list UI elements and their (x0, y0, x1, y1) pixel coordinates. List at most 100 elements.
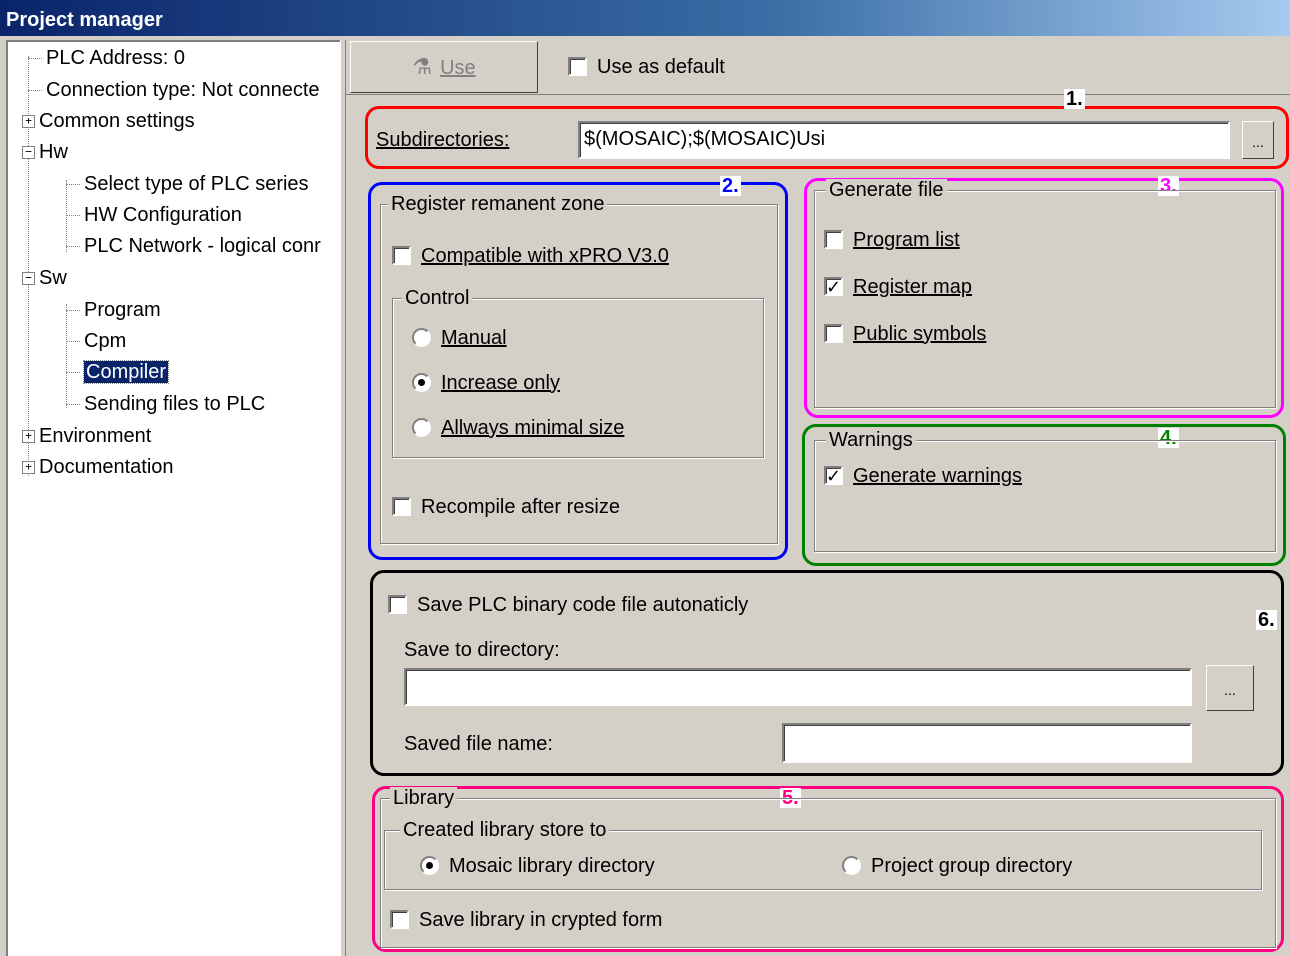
subdirectories-browse-button[interactable]: ... (1242, 121, 1274, 159)
tree-label: PLC Network - logical conr (84, 235, 321, 257)
save-binary-label: Save PLC binary code file autonaticly (417, 593, 749, 616)
tree-item-select-plc-series[interactable]: Select type of PLC series (66, 170, 309, 198)
checkbox-box[interactable] (392, 246, 411, 266)
annotation-number-1: 1. (1064, 88, 1085, 110)
radio-dot[interactable] (420, 856, 439, 876)
tree-item-hw[interactable]: − Hw (22, 138, 68, 166)
project-tree[interactable]: PLC Address: 0 Connection type: Not conn… (6, 40, 340, 956)
recompile-checkbox[interactable]: Recompile after resize (392, 494, 620, 519)
checkbox-box[interactable] (388, 595, 407, 615)
control-manual-label: Manual (441, 326, 507, 349)
tree-label: Connection type: Not connecte (46, 79, 320, 101)
use-as-default-label: Use as default (597, 55, 725, 78)
checkbox-box[interactable] (568, 57, 587, 77)
public-symbols-label: Public symbols (853, 322, 987, 345)
checkbox-box[interactable] (392, 497, 411, 517)
tree-item-environment[interactable]: + Environment (22, 422, 151, 450)
tree-connector (28, 90, 42, 92)
tree-item-documentation[interactable]: + Documentation (22, 453, 174, 481)
tree-connector (66, 215, 80, 217)
register-map-checkbox[interactable]: ✓ Register map (824, 274, 972, 299)
project-group-radio[interactable]: Project group directory (842, 853, 1072, 878)
program-list-label: Program list (853, 228, 960, 251)
save-directory-input[interactable] (404, 668, 1192, 706)
control-allways-minimal-radio[interactable]: Allways minimal size (412, 415, 624, 440)
tree-label: Select type of PLC series (84, 173, 309, 195)
expand-icon[interactable]: + (22, 115, 35, 129)
use-button-label: Use (440, 57, 476, 79)
library-store-title: Created library store to (400, 819, 610, 841)
save-directory-browse-button[interactable]: ... (1206, 665, 1254, 711)
crypted-library-checkbox[interactable]: Save library in crypted form (390, 907, 662, 932)
subdirectories-text: Subdirectories: (376, 129, 510, 151)
tree-label: Compiler (82, 360, 170, 384)
tree-label: Cpm (84, 330, 127, 352)
checkmark-icon[interactable]: ✓ (824, 277, 843, 297)
mosaic-library-radio[interactable]: Mosaic library directory (420, 853, 655, 878)
checkbox-box[interactable] (824, 230, 843, 250)
library-title: Library (390, 787, 458, 809)
tree-label: Common settings (39, 110, 195, 132)
save-binary-checkbox[interactable]: Save PLC binary code file autonaticly (388, 592, 748, 617)
control-increase-only-radio[interactable]: Increase only (412, 370, 560, 395)
collapse-icon[interactable]: − (22, 146, 35, 160)
tree-connector (66, 404, 80, 406)
use-as-default-checkbox[interactable]: Use as default (568, 54, 725, 79)
tree-connector (66, 310, 80, 312)
compatible-xpro-checkbox[interactable]: Compatible with xPRO V3.0 (392, 243, 669, 268)
expand-icon[interactable]: + (22, 461, 35, 475)
tree-connector (66, 341, 80, 343)
use-button[interactable]: ⚗ Use (350, 41, 538, 93)
public-symbols-checkbox[interactable]: Public symbols (824, 321, 986, 346)
radio-dot[interactable] (412, 373, 431, 393)
tree-item-sw[interactable]: − Sw (22, 264, 67, 292)
tree-connector (66, 372, 80, 374)
tree-item-hw-configuration[interactable]: HW Configuration (66, 201, 242, 229)
collapse-icon[interactable]: − (22, 272, 35, 286)
tree-label: Sw (39, 267, 67, 289)
tree-item-plc-address[interactable]: PLC Address: 0 (28, 44, 185, 72)
control-increase-only-label: Increase only (441, 371, 560, 394)
saved-file-name-input[interactable] (782, 723, 1192, 763)
checkbox-box[interactable] (824, 324, 843, 344)
generate-warnings-checkbox[interactable]: ✓ Generate warnings (824, 463, 1022, 488)
generate-file-group (814, 190, 1276, 408)
project-group-label: Project group directory (871, 854, 1073, 877)
tree-item-program[interactable]: Program (66, 296, 161, 324)
tree-label: Environment (39, 425, 152, 447)
tree-connector (66, 184, 80, 186)
control-allways-minimal-label: Allways minimal size (441, 416, 625, 439)
radio-dot[interactable] (412, 418, 431, 438)
register-zone-title: Register remanent zone (388, 193, 608, 215)
generate-warnings-label: Generate warnings (853, 464, 1022, 487)
checkbox-box[interactable] (390, 910, 409, 930)
radio-dot[interactable] (412, 328, 431, 348)
toolbar-divider (346, 94, 1290, 95)
tree-item-connection-type[interactable]: Connection type: Not connecte (28, 76, 320, 104)
control-manual-radio[interactable]: Manual (412, 325, 507, 350)
expand-icon[interactable]: + (22, 430, 35, 444)
tree-item-compiler[interactable]: Compiler (66, 358, 170, 386)
tree-item-cpm[interactable]: Cpm (66, 327, 126, 355)
program-list-checkbox[interactable]: Program list (824, 227, 960, 252)
subdirectories-label: Subdirectories: (376, 128, 509, 152)
save-directory-label: Save to directory: (404, 639, 560, 661)
tree-item-sending-files[interactable]: Sending files to PLC (66, 390, 265, 418)
annotation-number-2: 2. (720, 175, 741, 197)
subdirectories-input[interactable]: $(MOSAIC);$(MOSAIC)Usi (578, 121, 1230, 159)
use-icon: ⚗ (412, 54, 433, 79)
panel-splitter[interactable] (340, 40, 346, 956)
crypted-library-label: Save library in crypted form (419, 908, 663, 931)
compatible-xpro-label: Compatible with xPRO V3.0 (421, 244, 669, 267)
saved-file-name-label: Saved file name: (404, 733, 553, 755)
radio-dot[interactable] (842, 856, 861, 876)
checkmark-icon[interactable]: ✓ (824, 466, 843, 486)
tree-item-common-settings[interactable]: + Common settings (22, 107, 195, 135)
tree-label: Program (84, 299, 161, 321)
tree-item-plc-network[interactable]: PLC Network - logical conr (66, 232, 321, 260)
annotation-number-6: 6. (1256, 609, 1277, 631)
tree-connector (28, 58, 42, 60)
generate-file-title: Generate file (826, 179, 947, 201)
tree-label: Sending files to PLC (84, 393, 266, 415)
register-map-label: Register map (853, 275, 972, 298)
